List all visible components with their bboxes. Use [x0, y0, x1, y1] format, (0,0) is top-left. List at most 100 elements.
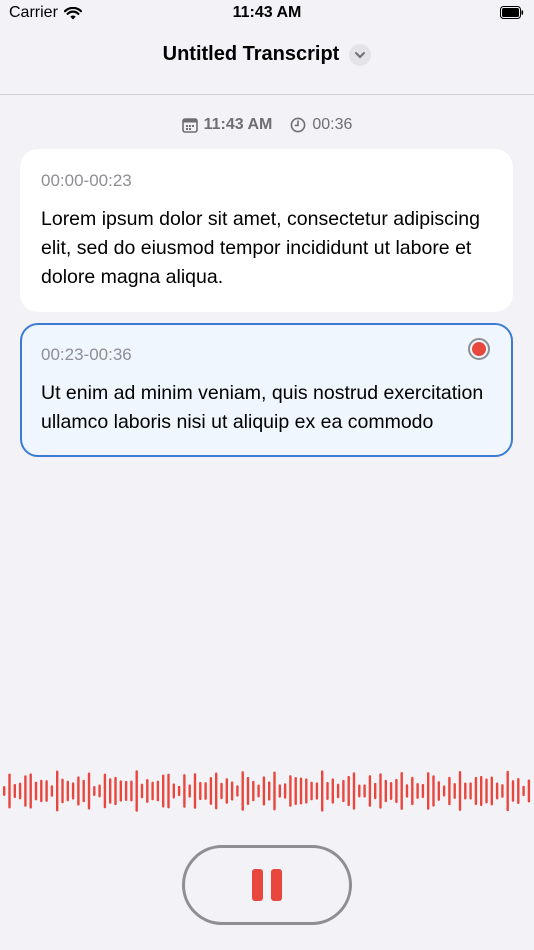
- waveform-bar: [156, 780, 160, 802]
- waveform-bar: [283, 783, 287, 799]
- waveform-bar: [427, 772, 430, 810]
- waveform-bar: [374, 782, 377, 800]
- waveform-bar: [480, 775, 483, 807]
- waveform-bar: [8, 773, 11, 809]
- waveform-bar: [342, 779, 345, 803]
- waveform-bar: [411, 776, 414, 806]
- waveform-bar: [347, 775, 350, 807]
- waveform-bar: [183, 774, 186, 808]
- waveform-bar: [464, 782, 467, 800]
- waveform-bar: [400, 772, 403, 810]
- waveform-bar: [151, 781, 154, 801]
- segment-time-range: 00:23-00:36: [41, 345, 132, 364]
- start-time-value: 11:43 AM: [203, 116, 273, 133]
- waveform-bar: [331, 778, 334, 804]
- waveform-bar: [268, 781, 271, 801]
- calendar-icon: [181, 118, 198, 133]
- waveform-bar: [204, 782, 207, 800]
- transcript-segment-active[interactable]: 00:23-00:36 Ut enim ad minim veniam, qui…: [20, 323, 513, 457]
- waveform-bar: [162, 774, 165, 808]
- waveform-bar: [225, 778, 228, 804]
- waveform-bar: [3, 786, 6, 796]
- segment-text: Ut enim ad minim veniam, quis nostrud ex…: [41, 382, 484, 433]
- waveform-bar: [262, 776, 266, 806]
- waveform-bar: [56, 770, 59, 812]
- clock-icon: [290, 117, 306, 133]
- waveform-bar: [389, 781, 393, 801]
- waveform-bar: [358, 784, 361, 798]
- waveform-bar: [34, 781, 38, 801]
- segment-text: Lorem ipsum dolor sit amet, consectetur …: [41, 208, 480, 288]
- waveform-bar: [246, 776, 250, 806]
- waveform-bar: [289, 775, 292, 807]
- waveform-bar: [119, 780, 122, 802]
- waveform-bar: [442, 785, 446, 797]
- waveform-bar: [326, 781, 329, 801]
- page-title: Untitled Transcript: [162, 43, 340, 65]
- waveform-bar: [506, 770, 509, 812]
- waveform-bar: [273, 771, 276, 811]
- waveform-bar: [517, 777, 520, 805]
- waveform-bar: [109, 778, 112, 804]
- waveform-bar: [114, 776, 117, 806]
- title-menu[interactable]: Untitled Transcript: [0, 43, 534, 66]
- waveform-bar: [135, 770, 138, 812]
- waveform-bar: [485, 778, 488, 804]
- navigation-bar: Untitled Transcript: [0, 30, 534, 95]
- waveform-bar: [294, 776, 297, 806]
- waveform-bar: [87, 772, 91, 810]
- waveform-bar: [29, 773, 32, 809]
- waveform-bar: [82, 779, 85, 803]
- segment-time-range: 00:00-00:23: [41, 171, 132, 190]
- waveform-bar: [384, 779, 387, 803]
- waveform-bar: [146, 779, 149, 803]
- waveform-bar: [336, 783, 340, 799]
- waveform-bar: [167, 773, 170, 809]
- waveform-bar: [230, 781, 234, 801]
- waveform-bar: [527, 779, 531, 803]
- waveform-bar: [368, 775, 372, 807]
- waveform-bar: [310, 781, 313, 801]
- waveform-bar: [352, 772, 356, 810]
- waveform-bar: [453, 782, 456, 800]
- waveform-bar: [124, 780, 128, 802]
- waveform-bar: [98, 784, 101, 798]
- waveform-bar: [257, 784, 260, 798]
- start-time: 11:43 AM: [181, 116, 273, 134]
- waveform-bar: [40, 779, 43, 803]
- recording-indicator-icon: [468, 338, 490, 360]
- waveform-bar: [405, 784, 409, 798]
- waveform-bar: [199, 781, 202, 801]
- waveform-bar: [66, 780, 69, 802]
- waveform-bar: [395, 778, 398, 804]
- waveform-bar: [13, 783, 16, 799]
- waveform-bar: [416, 783, 419, 799]
- waveform-bar: [252, 780, 255, 802]
- waveform-bar: [61, 778, 64, 804]
- waveform-bar: [103, 773, 107, 809]
- waveform-bar: [432, 775, 435, 807]
- pause-button[interactable]: [182, 845, 352, 925]
- waveform-bar: [50, 785, 54, 797]
- waveform-bar: [209, 777, 213, 805]
- waveform-bar: [495, 782, 499, 800]
- waveform-bar: [315, 782, 319, 800]
- waveform-bar: [140, 783, 144, 799]
- waveform-bar: [421, 783, 425, 799]
- waveform-bar: [188, 784, 191, 798]
- waveform-bar: [321, 770, 324, 812]
- transcript-segment[interactable]: 00:00-00:23 Lorem ipsum dolor sit amet, …: [20, 149, 513, 312]
- waveform-bar: [77, 776, 80, 806]
- waveform-bar: [458, 771, 462, 811]
- waveform-bar: [490, 776, 493, 806]
- recording-meta: 11:43 AM 00:36: [0, 116, 534, 134]
- status-bar: Carrier 11:43 AM: [0, 0, 534, 30]
- waveform-bar: [474, 776, 478, 806]
- status-time: 11:43 AM: [232, 4, 302, 21]
- waveform-bar: [45, 780, 48, 802]
- waveform-bar: [241, 771, 244, 811]
- waveform-bar: [501, 784, 504, 798]
- title-dropdown-button[interactable]: [349, 43, 372, 66]
- waveform-bar: [469, 782, 472, 800]
- waveform-bar: [177, 785, 181, 797]
